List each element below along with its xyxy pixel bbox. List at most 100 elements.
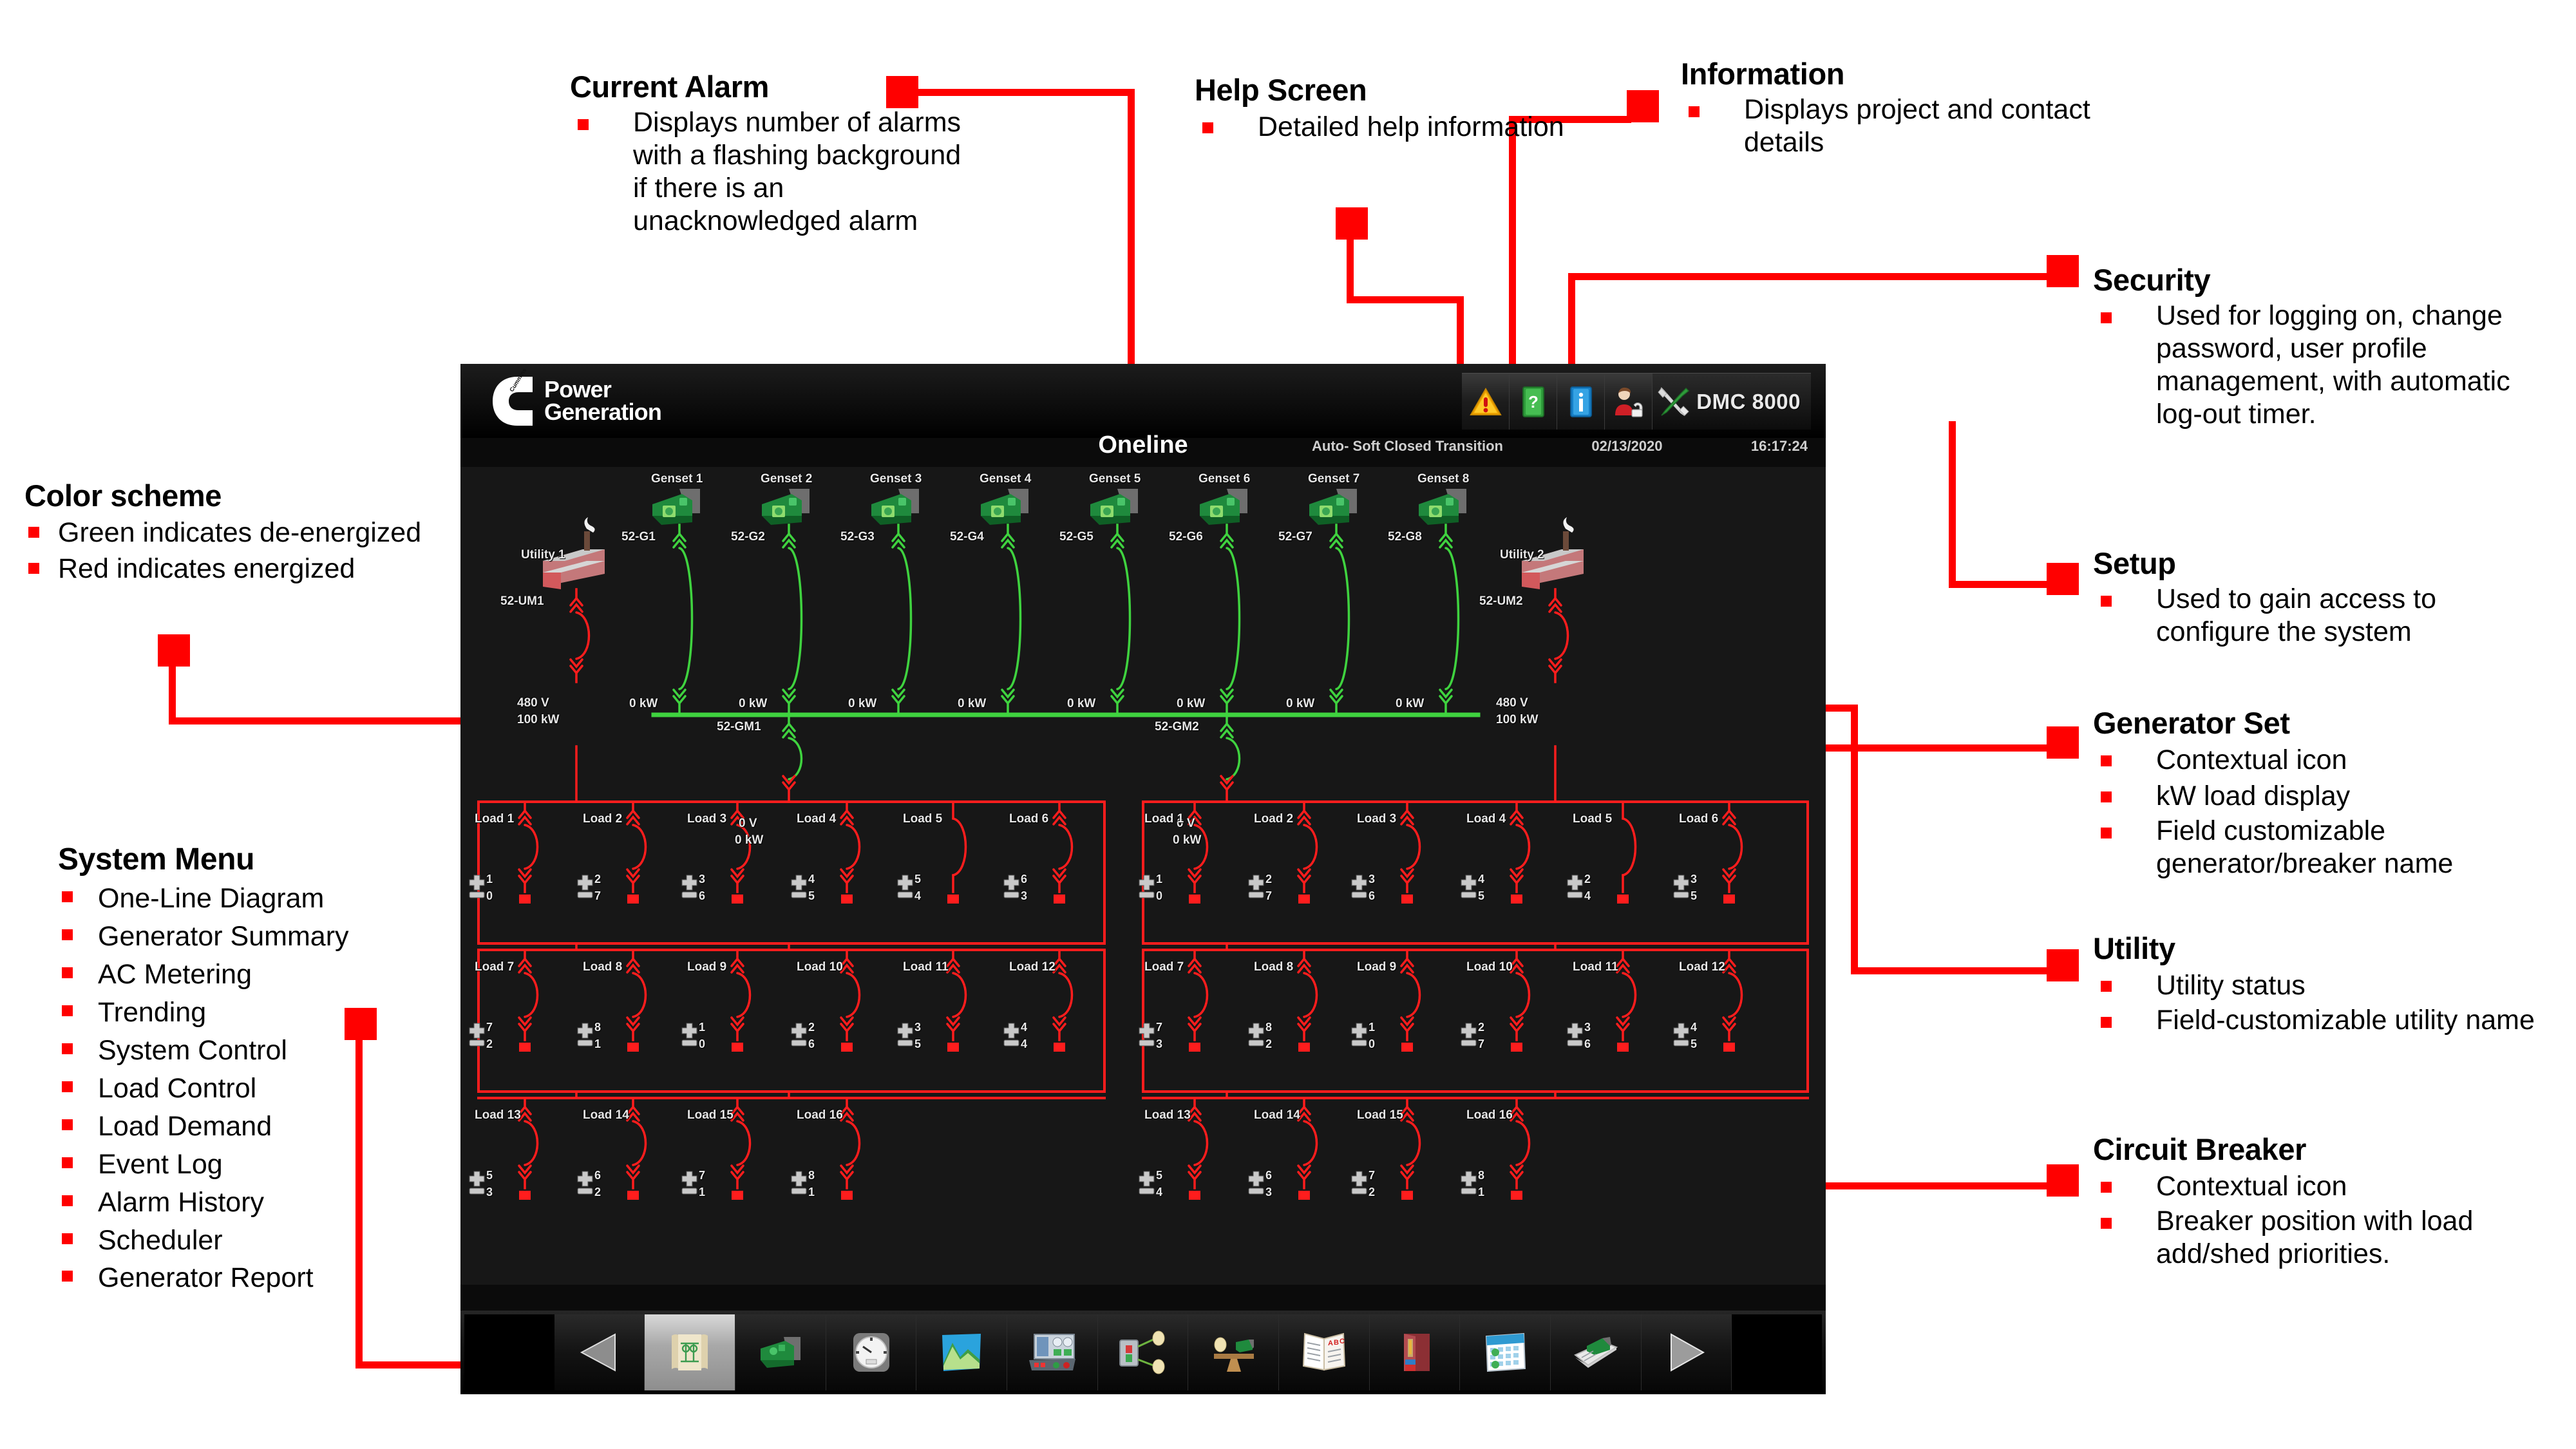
callout-bullet: Red indicates energized — [24, 551, 469, 587]
diagram-label: 52-G8 — [1388, 530, 1422, 544]
diagram-label: 3 — [1584, 1021, 1591, 1034]
nav-one-line-diagram-button[interactable] — [645, 1314, 736, 1390]
status-mode: Auto- Soft Closed Transition — [1312, 438, 1503, 454]
model-label: DMC 8000 — [1696, 389, 1801, 413]
diagram-label: Load 8 — [583, 960, 623, 974]
svg-text:?: ? — [1528, 392, 1539, 412]
help-screen-button[interactable]: ? — [1510, 374, 1558, 430]
brand-text: Power Generation — [544, 378, 662, 424]
leader-square-utility — [2047, 949, 2079, 981]
leader-line-info-v — [1509, 116, 1516, 374]
setup-button[interactable]: DMC 8000 — [1653, 374, 1811, 430]
diagram-label: 1 — [1368, 1021, 1376, 1034]
diagram-label: Load 15 — [1357, 1108, 1403, 1122]
callout-circuit-breaker: Circuit Breaker Contextual icon Breaker … — [2093, 1133, 2544, 1271]
diagram-label: 2 — [594, 873, 601, 886]
diagram-label: Load 11 — [903, 960, 949, 974]
diagram-label: 0 kW — [1177, 697, 1206, 710]
diagram-label: 6 — [594, 1169, 601, 1182]
diagram-label: Load 7 — [1144, 960, 1184, 974]
oneline-diagram[interactable]: Genset 1 52-G1 0 kW Genset 2 52-G2 0 kW Genset… — [460, 467, 1826, 1285]
trending-icon — [942, 1334, 981, 1371]
bullet-square-icon — [2101, 981, 2112, 992]
next-arrow-icon — [1670, 1333, 1705, 1372]
dmc-8000-panel: Cummins Power Generation ? DMC 8000 Onel… — [460, 364, 1826, 1394]
diagram-label: 1 — [699, 1186, 706, 1198]
system-menu-item-label: System Control — [98, 1035, 287, 1066]
diagram-label: Load 7 — [475, 960, 515, 974]
system-menu-item-label: AC Metering — [98, 959, 252, 990]
diagram-label: Utility 2 — [1500, 548, 1544, 562]
load-control-icon — [1119, 1331, 1165, 1374]
system-menu-item-label: Event Log — [98, 1148, 223, 1180]
leader-line-help-v — [1347, 232, 1354, 303]
system-menu-item-label: Trending — [98, 997, 207, 1028]
diagram-label: 52-G1 — [621, 530, 656, 544]
diagram-label: 5 — [914, 873, 922, 886]
diagram-label: Load 14 — [583, 1108, 629, 1122]
nav-generator-report-button[interactable] — [1551, 1314, 1642, 1390]
diagram-label: 5 — [914, 1037, 922, 1050]
diagram-label: 0 — [486, 889, 493, 902]
diagram-label: 0 kW — [629, 697, 658, 710]
leader-line-setup-h — [1949, 581, 2052, 588]
diagram-label: 0 — [699, 1037, 706, 1050]
callout-security: Security Used for logging on, change pas… — [2093, 264, 2544, 430]
nav-system-control-button[interactable] — [1007, 1314, 1098, 1390]
information-button[interactable] — [1557, 374, 1605, 430]
diagram-label: 4 — [1478, 873, 1485, 886]
diagram-label: 4 — [1690, 1021, 1698, 1034]
callout-bullet: Displays project and contact details — [1681, 93, 2132, 158]
callout-bullet: Used for logging on, change password, us… — [2093, 299, 2544, 430]
nav-load-control-button[interactable] — [1097, 1314, 1189, 1390]
event-log-icon: ABC — [1302, 1332, 1345, 1371]
diagram-label: Load 6 — [1009, 812, 1049, 826]
diagram-label: 0 kW — [1173, 833, 1202, 847]
current-alarm-button[interactable] — [1462, 374, 1510, 430]
nav-ac-metering-button[interactable] — [826, 1314, 917, 1390]
callout-current-alarm: Current Alarm Displays number of alarms … — [570, 71, 982, 237]
nav-scheduler-button[interactable] — [1460, 1314, 1551, 1390]
nav-generator-summary-button[interactable] — [735, 1314, 826, 1390]
bullet-square-icon — [2101, 791, 2112, 803]
system-menu-item-label: Scheduler — [98, 1224, 223, 1256]
cummins-logo: Cummins Power Generation — [491, 367, 662, 427]
diagram-label: 6 — [1265, 1169, 1273, 1182]
diagram-label: 0 kW — [1286, 697, 1315, 710]
security-button[interactable] — [1605, 374, 1653, 430]
nav-alarm-history-button[interactable] — [1369, 1314, 1461, 1390]
system-menu-item: Load Control — [58, 1070, 419, 1108]
callout-help-screen: Help Screen Detailed help information — [1195, 74, 1633, 146]
svg-text:C: C — [1340, 1338, 1345, 1345]
diagram-label: 0 kW — [1067, 697, 1096, 710]
leader-line-cs-v — [169, 660, 176, 724]
diagram-label: 6 — [1021, 873, 1028, 886]
diagram-label: Load 3 — [687, 812, 727, 826]
nav-load-demand-button[interactable] — [1188, 1314, 1280, 1390]
callout-title: Generator Set — [2093, 706, 2290, 740]
diagram-label: 4 — [1584, 889, 1591, 902]
diagram-label: Load 10 — [1466, 960, 1513, 974]
diagram-label: Genset 3 — [870, 472, 922, 486]
system-menu-item: Trending — [58, 994, 419, 1032]
bullet-square-icon — [62, 1119, 73, 1130]
diagram-label: 5 — [808, 889, 815, 902]
diagram-label: Load 2 — [583, 812, 623, 826]
nav-next-button[interactable] — [1641, 1314, 1732, 1390]
nav-event-log-button[interactable]: ABC — [1279, 1314, 1370, 1390]
nav-spacer-right — [1732, 1314, 1823, 1390]
nav-prev-button[interactable] — [554, 1314, 645, 1390]
leader-square-security — [2047, 255, 2079, 287]
diagram-label: 2 — [486, 1037, 493, 1050]
diagram-label: Load 4 — [797, 812, 837, 826]
diagram-label: 2 — [1478, 1021, 1485, 1034]
nav-trending-button[interactable] — [916, 1314, 1008, 1390]
system-menu-item: AC Metering — [58, 956, 419, 994]
diagram-label: 3 — [1021, 889, 1028, 902]
callout-title: System Menu — [58, 842, 255, 876]
bullet-square-icon — [62, 929, 73, 941]
leader-line-help-h — [1347, 296, 1463, 303]
diagram-label: 5 — [1690, 1037, 1698, 1050]
diagram-label: 7 — [1478, 1037, 1485, 1050]
leader-line-current-alarm-v — [1128, 89, 1135, 372]
